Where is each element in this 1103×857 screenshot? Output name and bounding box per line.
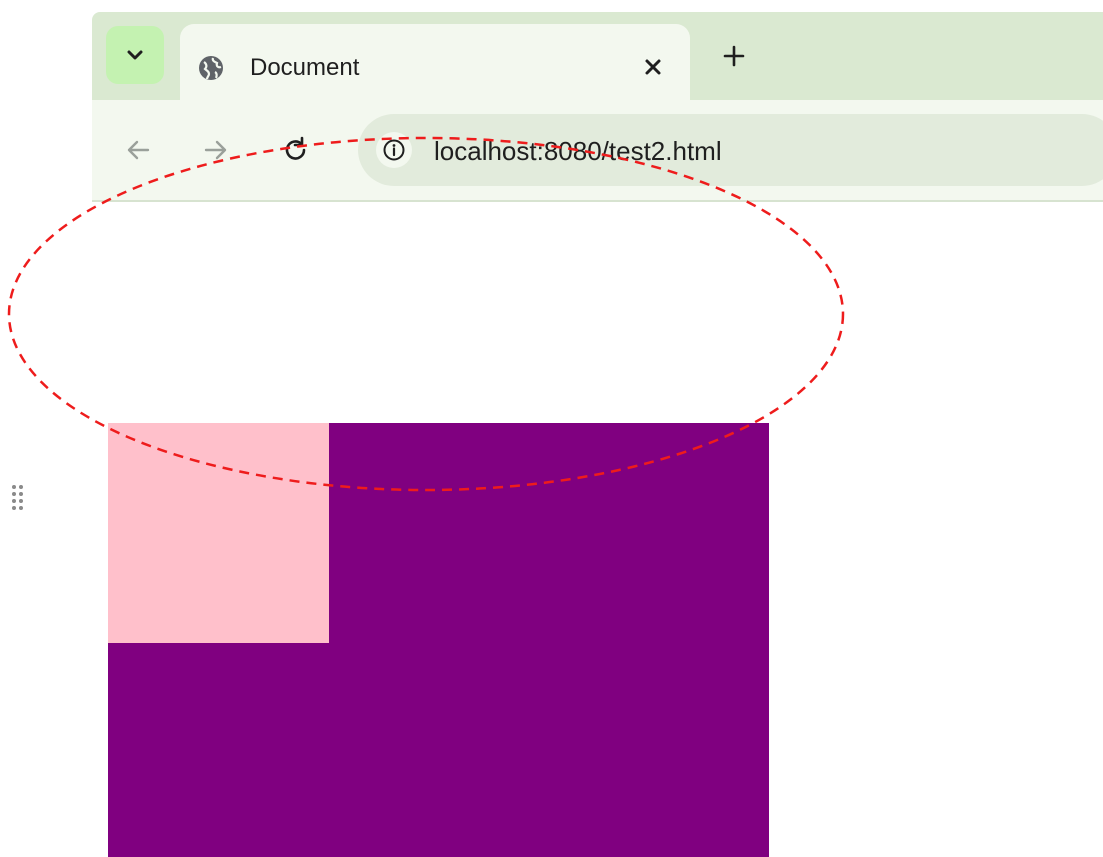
drag-handle-icon[interactable] bbox=[8, 482, 28, 512]
browser-window: Document localhost:8080/test2.html bbox=[92, 12, 1103, 202]
arrow-right-icon[interactable] bbox=[200, 134, 232, 166]
close-icon[interactable] bbox=[641, 55, 665, 79]
chevron-down-icon bbox=[127, 50, 143, 60]
toolbar: localhost:8080/test2.html bbox=[92, 100, 1103, 202]
plus-icon[interactable] bbox=[720, 42, 748, 70]
url-text[interactable]: localhost:8080/test2.html bbox=[434, 136, 722, 166]
address-bar[interactable]: localhost:8080/test2.html bbox=[358, 114, 1103, 186]
browser-screenshot: Document localhost:8080/test2.html bbox=[0, 0, 1103, 857]
info-icon bbox=[383, 139, 405, 161]
tab-title: Document bbox=[250, 54, 360, 81]
arrow-left-icon[interactable] bbox=[122, 134, 154, 166]
inner-pink-box bbox=[108, 423, 329, 643]
tab-document[interactable]: Document bbox=[180, 24, 690, 100]
tab-strip: Document bbox=[92, 12, 1103, 100]
reload-icon[interactable] bbox=[280, 134, 312, 166]
site-info-button[interactable] bbox=[376, 132, 412, 168]
globe-icon bbox=[199, 56, 223, 80]
outer-purple-box bbox=[108, 423, 769, 857]
tab-search-button[interactable] bbox=[106, 26, 164, 84]
